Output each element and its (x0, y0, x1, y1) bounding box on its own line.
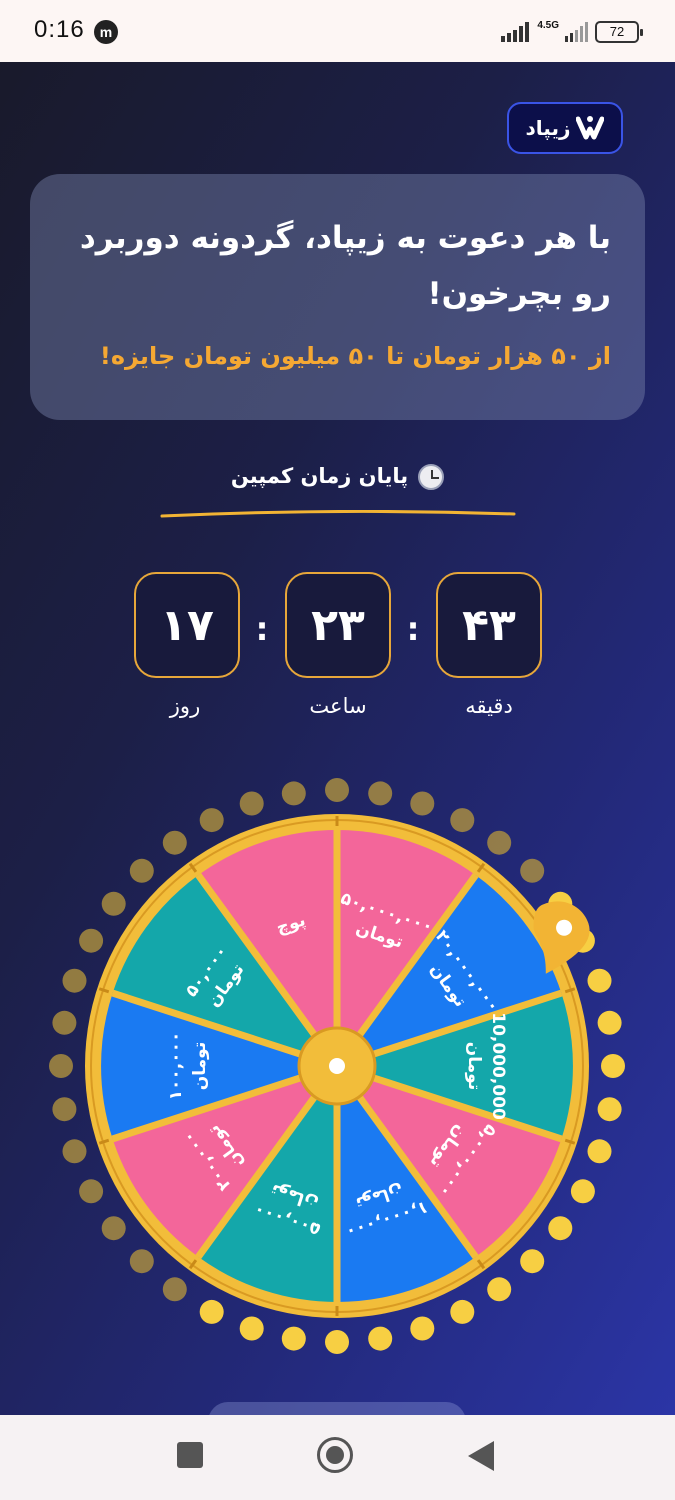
logo-text: زیپاد (525, 116, 571, 140)
wheel-bulb (239, 1316, 264, 1341)
wheel-bulb (601, 1054, 625, 1078)
headline-subtitle: از ۵۰ هزار تومان تا ۵۰ میلیون تومان جایز… (99, 342, 611, 370)
zipad-logo: زیپاد (507, 102, 623, 154)
wheel-bulb (520, 1249, 545, 1274)
wheel-bulb (281, 1326, 306, 1351)
wheel-bulb (62, 968, 87, 993)
wheel-bulb (79, 1179, 104, 1204)
wheel-bulb (597, 1010, 622, 1035)
recents-button[interactable] (177, 1442, 203, 1468)
countdown-hours-box: ۲۳ (285, 572, 391, 678)
campaign-end-label: پایان زمان کمپین (230, 464, 409, 488)
wheel-bulb (49, 1054, 73, 1078)
wheel-bulb (487, 1277, 512, 1302)
status-time: 0:16 (34, 16, 85, 43)
main-content: زیپاد با هر دعوت به زیپاد، گردونه دوربرد… (0, 62, 675, 1415)
wheel-segment-currency: تومان (190, 1042, 210, 1090)
countdown-days-box: ۱۷ (134, 572, 240, 678)
wheel-bulb (199, 808, 224, 833)
status-bar: 0:16 m 4.5G 72 (0, 0, 675, 62)
network-type-label: 4.5G (537, 19, 559, 31)
countdown-separator: : (406, 610, 420, 648)
wheel-bulb (325, 778, 349, 802)
wheel-bulb (101, 891, 126, 916)
heading-underline (160, 510, 516, 518)
wheel-bulb (520, 858, 545, 883)
wheel-bulb (239, 791, 264, 816)
wheel-bulb (410, 1316, 435, 1341)
countdown-minutes-box: ۴۳ (436, 572, 542, 678)
wheel-bulb (410, 791, 435, 816)
battery-icon: 72 (595, 21, 643, 43)
wheel-bulb (79, 928, 104, 953)
wheel-segment-amount: ۱۰۰,۰۰۰ (166, 1032, 186, 1101)
wheel-bulb (52, 1010, 77, 1035)
wheel-bulb (587, 968, 612, 993)
wheel-bulb (129, 858, 154, 883)
countdown-minutes-label: دقیقه (465, 694, 513, 718)
countdown-hours-label: ساعت (309, 694, 367, 718)
campaign-end-heading: پایان زمان کمپین (0, 464, 675, 490)
back-button[interactable] (468, 1441, 494, 1471)
system-nav-bar (0, 1415, 675, 1500)
logo-mark-icon (576, 116, 605, 140)
wheel-bulb (162, 1277, 187, 1302)
countdown-days-label: روز (169, 694, 201, 718)
wheel-bulb (450, 808, 475, 833)
bottom-panel-handle[interactable] (208, 1402, 466, 1415)
wheel-bulb (52, 1097, 77, 1122)
status-icons: 4.5G 72 (501, 18, 643, 46)
prize-wheel[interactable]: ۵۰,۰۰۰,۰۰۰تومان ۲۰,۰۰۰,۰۰۰تومان10,000,000… (0, 762, 675, 1402)
clock-icon (418, 464, 445, 490)
wheel-bulb (325, 1330, 349, 1354)
countdown-separator: : (255, 610, 269, 648)
wheel-hub-dot (329, 1058, 345, 1074)
app-notification-icon: m (94, 20, 118, 44)
wheel-bulb (450, 1299, 475, 1324)
signal-icon (501, 22, 530, 42)
wheel-bulb (62, 1139, 87, 1164)
wheel-bulb (587, 1139, 612, 1164)
wheel-bulb (199, 1299, 224, 1324)
wheel-bulb (281, 781, 306, 806)
wheel-bulb (597, 1097, 622, 1122)
wheel-bulb (548, 1216, 573, 1241)
wheel-bulb (162, 830, 187, 855)
home-button[interactable] (317, 1437, 353, 1473)
signal-2-icon (565, 22, 588, 42)
wheel-bulb (368, 781, 393, 806)
wheel-bulb (101, 1216, 126, 1241)
wheel-segment-currency: تومان (464, 1042, 484, 1090)
wheel-bulb (570, 1179, 595, 1204)
headline-title: با هر دعوت به زیپاد، گردونه دوربرد رو بچ… (79, 220, 611, 312)
wheel-bulb (487, 830, 512, 855)
headline-card: با هر دعوت به زیپاد، گردونه دوربرد رو بچ… (30, 174, 645, 420)
wheel-segment-amount: 10,000,000 (488, 1012, 508, 1120)
wheel-bulb (368, 1326, 393, 1351)
wheel-bulb (129, 1249, 154, 1274)
